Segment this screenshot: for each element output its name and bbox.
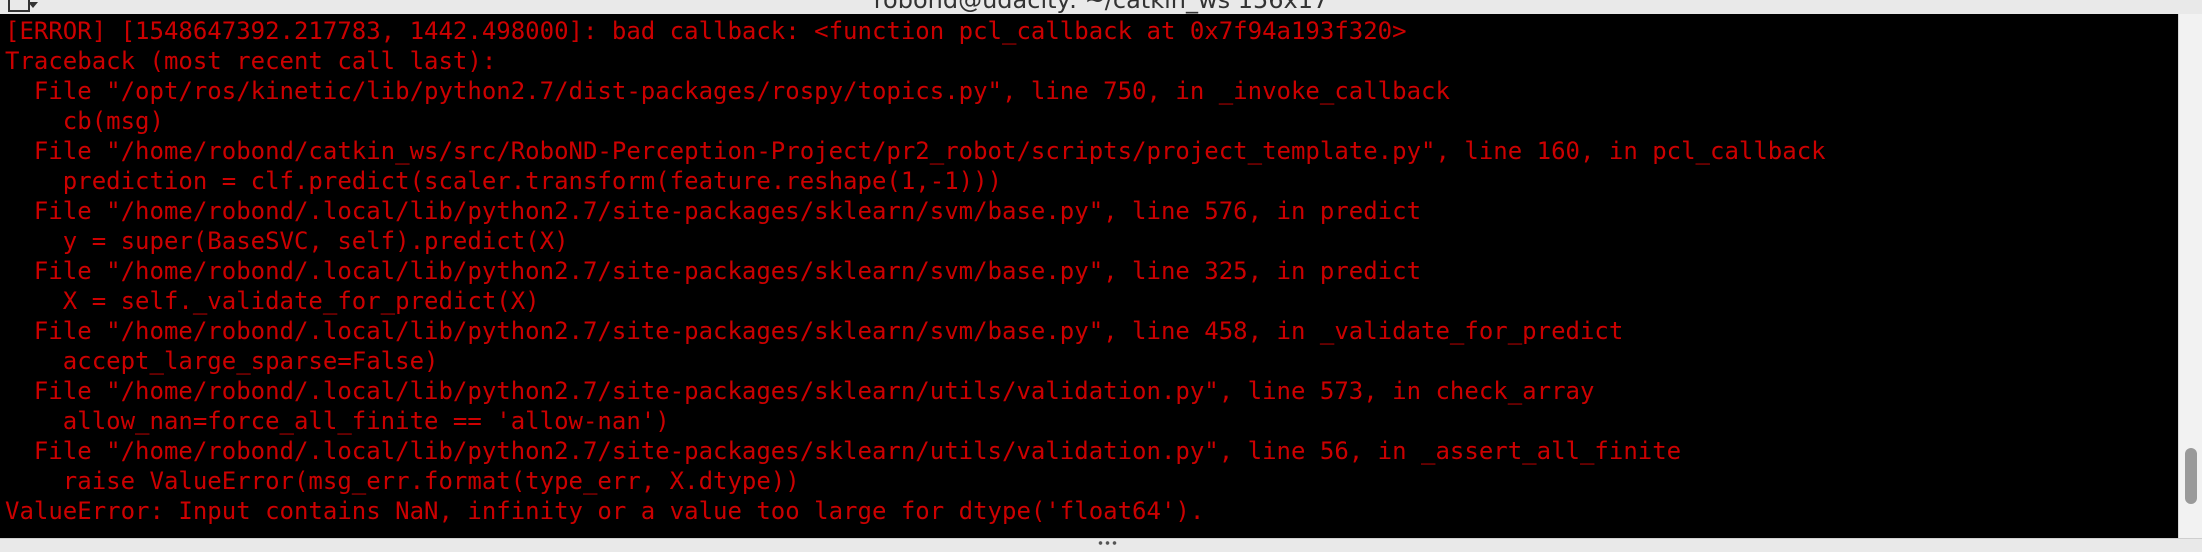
terminal-line: File "/home/robond/.local/lib/python2.7/…: [5, 437, 1682, 465]
terminal-line: raise ValueError(msg_err.format(type_err…: [5, 467, 800, 495]
window-bottom-edge: [0, 538, 2202, 552]
terminal-line: File "/home/robond/.local/lib/python2.7/…: [5, 317, 1624, 345]
vertical-scrollbar[interactable]: [2178, 14, 2202, 538]
terminal-output[interactable]: [ERROR] [1548647392.217783, 1442.498000]…: [0, 14, 2178, 538]
terminal-line: y = super(BaseSVC, self).predict(X): [5, 227, 569, 255]
terminal-line: prediction = clf.predict(scaler.transfor…: [5, 167, 1002, 195]
terminal-line: ValueError: Input contains NaN, infinity…: [5, 497, 1205, 525]
terminal-line: File "/home/robond/.local/lib/python2.7/…: [5, 257, 1422, 285]
terminal-line: File "/home/robond/.local/lib/python2.7/…: [5, 377, 1595, 405]
terminal-line: cb(msg): [5, 107, 164, 135]
terminal-line: X = self._validate_for_predict(X): [5, 287, 540, 315]
terminal-line: [ERROR] [1548647392.217783, 1442.498000]…: [5, 17, 1407, 45]
terminal-line: accept_large_sparse=False): [5, 347, 439, 375]
terminal-line: File "/home/robond/catkin_ws/src/RoboND-…: [5, 137, 1826, 165]
resize-grip-icon[interactable]: [1097, 540, 1119, 546]
terminal-line: Traceback (most recent call last):: [5, 47, 497, 75]
terminal-line: File "/opt/ros/kinetic/lib/python2.7/dis…: [5, 77, 1450, 105]
scrollbar-thumb[interactable]: [2185, 448, 2197, 504]
window-title: robond@udacity: ~/catkin_ws 156x17: [873, 0, 1329, 14]
terminal-line: File "/home/robond/.local/lib/python2.7/…: [5, 197, 1422, 225]
window-titlebar: robond@udacity: ~/catkin_ws 156x17: [0, 0, 2202, 14]
terminal-line: allow_nan=force_all_finite == 'allow-nan…: [5, 407, 670, 435]
